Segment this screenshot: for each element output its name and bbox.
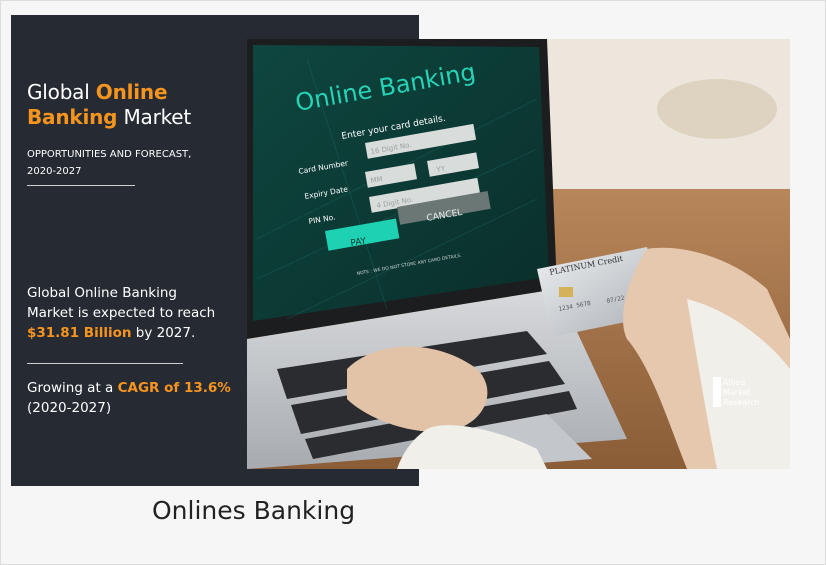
- title-text-market: Market: [117, 105, 192, 129]
- stat1-line-1: Global Online Banking: [27, 285, 177, 301]
- stat1-suffix: by 2027.: [131, 325, 196, 341]
- subtitle-line-2: 2020-2027: [27, 166, 82, 177]
- title-text-global: Global: [27, 80, 96, 104]
- image-caption: Onlines Banking: [152, 496, 356, 525]
- title-text-banking: Banking: [27, 105, 118, 129]
- laptop-photo: Online Banking Enter your card details. …: [247, 39, 790, 469]
- title-text-online: Online: [95, 80, 168, 104]
- logo-line-1: Allied: [723, 378, 745, 387]
- divider-bottom: [27, 363, 183, 364]
- banner-subtitle: OPPORTUNITIES AND FORECAST, 2020-2027: [27, 146, 191, 180]
- logo-line-3: Research: [723, 398, 760, 407]
- market-value-highlight: $31.81 Billion: [27, 325, 132, 341]
- cagr-prefix: Growing at a: [27, 380, 118, 396]
- market-size-statement: Global Online Banking Market is expected…: [27, 283, 215, 343]
- stat1-line-2: Market is expected to reach: [27, 305, 216, 321]
- card-chip: [559, 287, 573, 297]
- mug: [657, 79, 777, 139]
- laptop-illustration: Online Banking Enter your card details. …: [247, 39, 790, 469]
- cagr-period: (2020-2027): [27, 400, 112, 416]
- cagr-highlight: CAGR of 13.6%: [117, 380, 231, 396]
- logo-line-2: Market: [723, 388, 751, 397]
- divider-top: [27, 185, 135, 186]
- banner-title: Global Online Banking Market: [27, 80, 191, 130]
- cagr-statement: Growing at a CAGR of 13.6% (2020-2027): [27, 378, 231, 418]
- subtitle-line-1: OPPORTUNITIES AND FORECAST,: [27, 149, 192, 160]
